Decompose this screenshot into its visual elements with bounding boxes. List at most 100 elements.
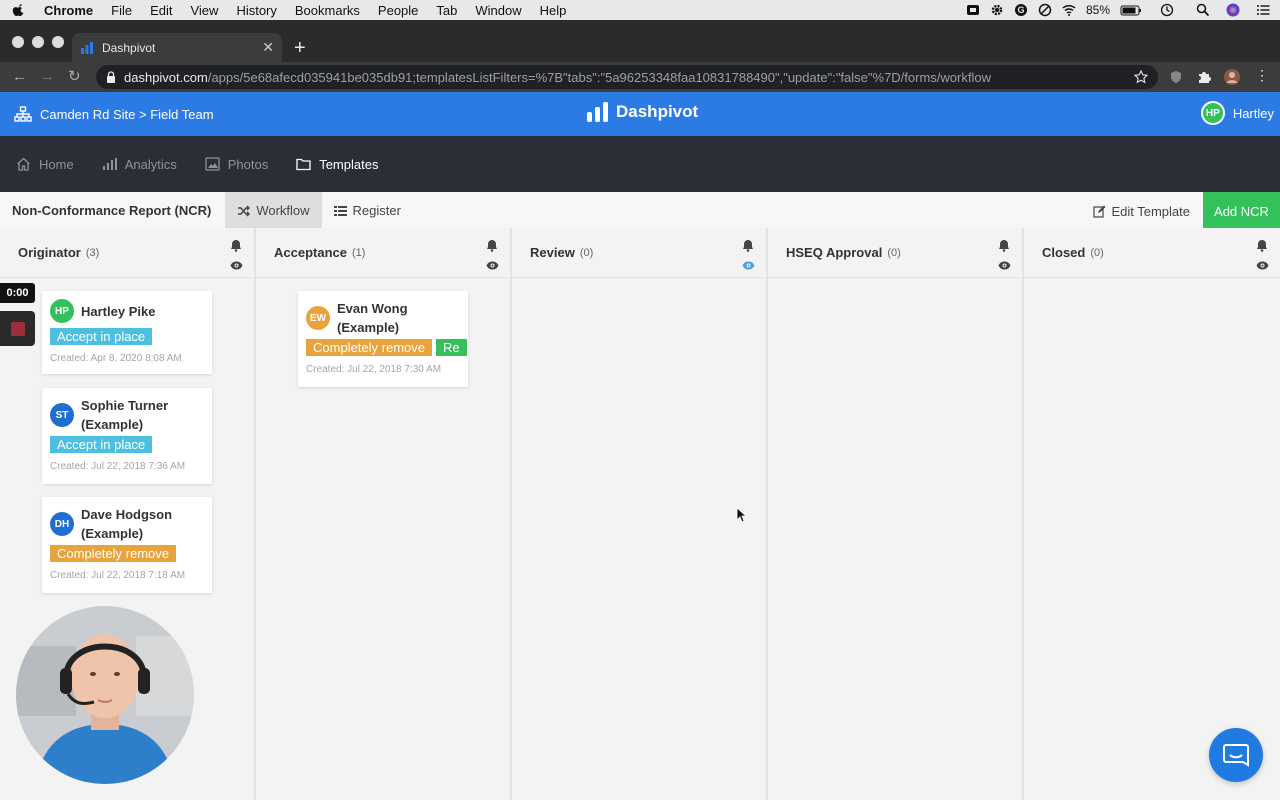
user-menu[interactable]: HP Hartley — [1200, 101, 1274, 125]
close-tab-icon[interactable]: ✕ — [262, 39, 274, 56]
reload-icon[interactable]: ↻ — [68, 69, 82, 84]
chrome-menu-icon[interactable]: ⋮ — [1255, 67, 1269, 83]
card-avatar: ST — [50, 403, 74, 427]
status-icons: G 85% — [966, 0, 1270, 20]
card-created: Created: Jul 22, 2018 7:18 AM — [50, 570, 186, 581]
window-controls — [12, 36, 64, 48]
siri-icon[interactable] — [1226, 3, 1240, 17]
shuffle-icon — [238, 205, 251, 216]
battery-icon[interactable] — [1120, 3, 1142, 17]
form-title: Non-Conformance Report (NCR) — [12, 203, 212, 218]
bell-icon[interactable] — [998, 239, 1010, 252]
back-icon[interactable]: ← — [12, 69, 27, 84]
menu-edit[interactable]: Edit — [150, 3, 172, 18]
menu-history[interactable]: History — [236, 3, 276, 18]
nav-home-label: Home — [39, 156, 74, 172]
menu-people[interactable]: People — [378, 3, 418, 18]
notification-center-icon[interactable] — [1256, 3, 1270, 17]
menu-window[interactable]: Window — [475, 3, 521, 18]
nav-home[interactable]: Home — [16, 157, 74, 172]
bell-icon[interactable] — [1256, 239, 1268, 252]
menu-file[interactable]: File — [111, 3, 132, 18]
extension-shield-icon[interactable] — [1169, 70, 1183, 84]
extensions-puzzle-icon[interactable] — [1197, 70, 1211, 84]
form-card[interactable]: HP Hartley Pike Accept in place Created:… — [42, 291, 212, 374]
nav-templates[interactable]: Templates — [296, 157, 378, 172]
form-card[interactable]: DH Dave Hodgson (Example) Completely rem… — [42, 497, 212, 593]
column-title: Closed — [1042, 245, 1086, 260]
apple-icon[interactable] — [12, 3, 26, 17]
template-toolbar: Non-Conformance Report (NCR) Workflow Re… — [0, 191, 1280, 230]
address-bar[interactable]: dashpivot.com/apps/5e68afecd035941be035d… — [96, 65, 1158, 89]
edit-template-button[interactable]: Edit Template — [1093, 192, 1190, 230]
bell-icon[interactable] — [486, 239, 498, 252]
tab-title: Dashpivot — [102, 40, 156, 55]
mac-menubar: Chrome File Edit View History Bookmarks … — [0, 0, 1280, 20]
app-header: Camden Rd Site > Field Team Dashpivot HP… — [0, 92, 1280, 136]
card-tag: Re — [436, 339, 467, 356]
stop-recording-button[interactable] — [0, 311, 35, 346]
spotlight-search-icon[interactable] — [1196, 3, 1210, 17]
menu-view[interactable]: View — [190, 3, 218, 18]
column-count: (0) — [887, 246, 901, 259]
new-tab-button[interactable]: + — [294, 38, 306, 58]
tab-register-label: Register — [352, 203, 401, 218]
menu-chrome[interactable]: Chrome — [44, 3, 93, 18]
column-hseq-approval: HSEQ Approval (0) — [768, 228, 1024, 800]
card-name: Evan Wong (Example) — [337, 301, 408, 335]
column-count: (0) — [579, 246, 594, 259]
chat-launcher-button[interactable] — [1209, 728, 1263, 782]
card-avatar: DH — [50, 512, 74, 536]
bell-icon[interactable] — [230, 239, 242, 252]
eye-icon[interactable] — [742, 261, 755, 270]
card-tag: Accept in place — [50, 328, 153, 345]
column-count: (1) — [351, 246, 366, 259]
minimize-window-button[interactable] — [32, 36, 44, 48]
webcam-bubble[interactable] — [16, 606, 194, 784]
bell-icon[interactable] — [742, 239, 754, 252]
list-icon — [333, 205, 347, 216]
clock-icon[interactable] — [1160, 3, 1174, 17]
form-card[interactable]: ST Sophie Turner (Example) Accept in pla… — [42, 388, 212, 484]
eye-icon[interactable] — [486, 261, 499, 270]
column-review: Review (0) — [512, 228, 768, 800]
column-header: Acceptance (1) — [256, 228, 510, 278]
dashpivot-logo[interactable]: Dashpivot — [586, 102, 698, 122]
menu-bookmarks[interactable]: Bookmarks — [295, 3, 360, 18]
nav-photos[interactable]: Photos — [205, 157, 268, 172]
user-avatar: HP — [1200, 101, 1225, 125]
close-window-button[interactable] — [12, 36, 24, 48]
eye-icon[interactable] — [1256, 261, 1269, 270]
lock-icon[interactable] — [106, 71, 116, 83]
forward-icon[interactable]: → — [40, 69, 55, 84]
column-title: Review — [530, 245, 575, 260]
wifi-icon[interactable] — [1062, 3, 1076, 17]
nav-analytics[interactable]: Analytics — [102, 157, 177, 172]
grammarly-icon[interactable]: G — [1014, 3, 1028, 17]
do-not-disturb-icon[interactable] — [1038, 3, 1052, 17]
gear-icon[interactable] — [990, 3, 1004, 17]
column-title: HSEQ Approval — [786, 245, 883, 260]
eye-icon[interactable] — [230, 261, 243, 270]
maximize-window-button[interactable] — [52, 36, 64, 48]
tab-workflow[interactable]: Workflow — [225, 191, 322, 230]
browser-toolbar: ← → ↻ dashpivot.com/apps/5e68afecd035941… — [0, 62, 1280, 92]
breadcrumb[interactable]: Camden Rd Site > Field Team — [14, 106, 214, 122]
card-tag: Accept in place — [50, 436, 153, 453]
profile-avatar-icon[interactable] — [1224, 69, 1240, 85]
add-ncr-button[interactable]: Add NCR — [1203, 192, 1280, 230]
mouse-cursor-icon — [736, 507, 746, 523]
edit-template-label: Edit Template — [1111, 203, 1190, 219]
screen-record-icon[interactable] — [966, 3, 980, 17]
menu-tab[interactable]: Tab — [436, 3, 457, 18]
tab-register[interactable]: Register — [322, 192, 413, 230]
eye-icon[interactable] — [998, 261, 1011, 270]
tab-workflow-label: Workflow — [256, 203, 310, 218]
menu-help[interactable]: Help — [540, 3, 567, 18]
bookmark-star-icon[interactable] — [1134, 70, 1148, 84]
form-card[interactable]: EW Evan Wong (Example) Completely remove… — [298, 291, 468, 387]
card-tag: Completely remove — [50, 545, 176, 562]
main-nav: Home Analytics Photos Templates — [0, 136, 1280, 192]
browser-tab[interactable]: Dashpivot ✕ — [72, 33, 282, 62]
column-header: Closed (0) — [1024, 228, 1280, 278]
